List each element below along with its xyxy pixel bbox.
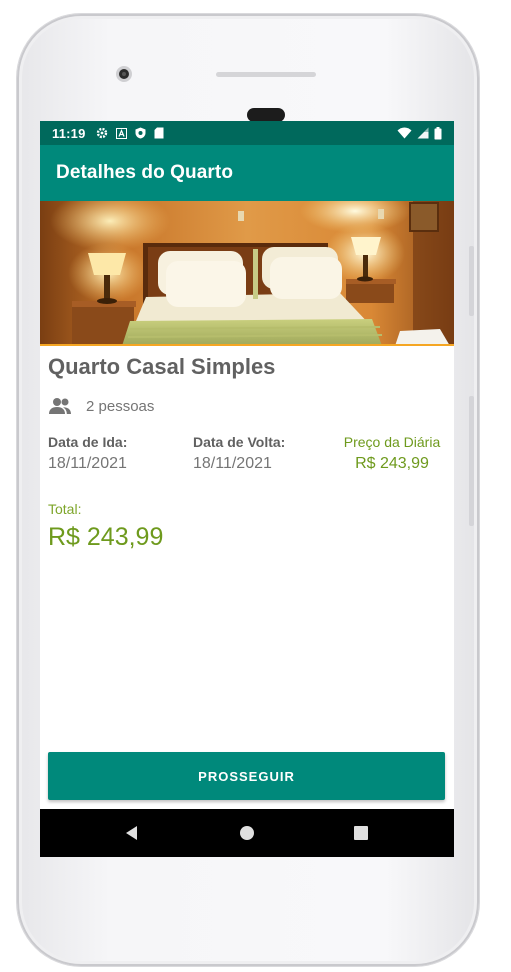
checkout-date: 18/11/2021 (193, 455, 272, 472)
home-icon[interactable] (235, 821, 259, 845)
battery-icon (434, 126, 442, 139)
sd-card-icon (154, 127, 164, 139)
back-icon[interactable] (120, 821, 144, 845)
checkin-block: Data de Ida: 18/11/2021 (48, 434, 127, 473)
wifi-icon (397, 127, 412, 139)
page-title: Detalhes do Quarto (56, 162, 234, 183)
proceed-button[interactable]: PROSSEGUIR (48, 752, 445, 800)
navigation-bar (40, 809, 454, 857)
room-title: Quarto Casal Simples (48, 354, 276, 379)
total-label: Total: (48, 501, 82, 517)
volume-button (469, 246, 474, 316)
status-notification-icons (96, 127, 164, 139)
daily-price-label: Preço da Diária (343, 434, 441, 450)
status-bar: 11:19 (40, 121, 454, 145)
daily-price-value: R$ 243,99 (355, 455, 429, 472)
bedroom-image (40, 201, 454, 344)
checkout-label: Data de Volta: (193, 434, 286, 450)
checkin-date: 18/11/2021 (48, 455, 127, 472)
status-system-icons (397, 121, 442, 145)
capacity-row: 2 pessoas (48, 394, 154, 418)
app-screen: 11:19 Detalhes do Quarto Quarto Casal Si… (40, 121, 454, 857)
room-photo (40, 201, 454, 346)
power-button (469, 396, 474, 526)
proximity-sensor (247, 108, 285, 122)
capacity-text: 2 pessoas (86, 397, 155, 415)
recents-icon[interactable] (349, 821, 373, 845)
gear-icon (96, 127, 107, 139)
app-bar: Detalhes do Quarto (40, 145, 454, 201)
front-camera (116, 66, 132, 82)
signal-icon (417, 127, 429, 139)
checkin-label: Data de Ida: (48, 434, 128, 450)
total-value: R$ 243,99 (48, 523, 164, 551)
status-time: 11:19 (52, 125, 86, 141)
shield-icon (135, 127, 146, 139)
people-icon (49, 398, 71, 414)
earpiece-speaker (216, 72, 316, 77)
daily-price-block: Preço da Diária R$ 243,99 (336, 434, 448, 473)
font-icon (115, 127, 127, 139)
checkout-block: Data de Volta: 18/11/2021 (193, 434, 285, 473)
